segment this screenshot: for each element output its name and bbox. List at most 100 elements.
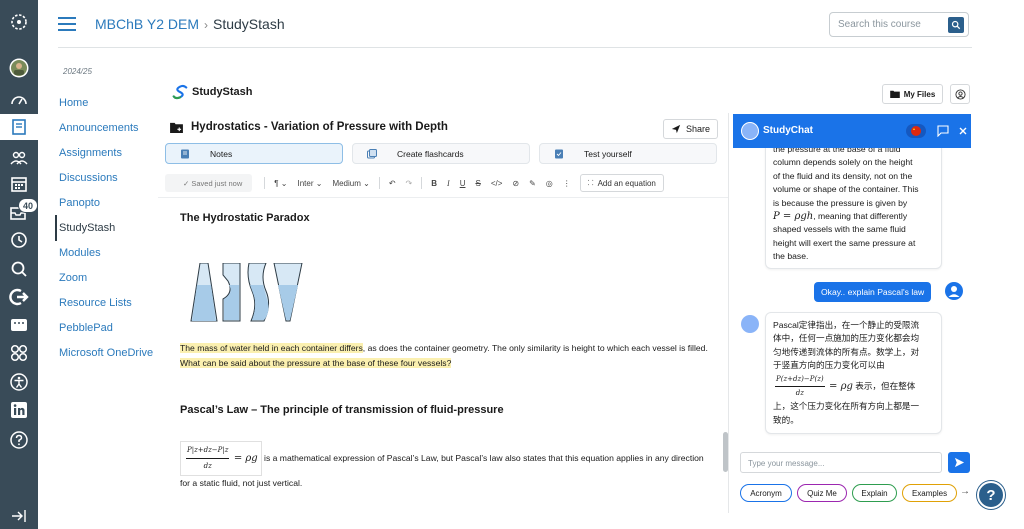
bold-icon[interactable]: B (431, 179, 437, 188)
language-flag-icon (906, 124, 926, 138)
search-button[interactable] (948, 17, 964, 33)
course-nav-item-assignments[interactable]: Assignments (55, 140, 165, 165)
chat-message-input[interactable]: Type your message... (740, 452, 942, 473)
share-button[interactable]: Share (663, 119, 718, 139)
flashcards-icon (367, 149, 377, 159)
chip-acronym[interactable]: Acronym (740, 484, 792, 502)
send-icon (954, 457, 964, 468)
help-floating-button[interactable]: ? (977, 481, 1005, 509)
chat-line-text: 表示，但在整体 (852, 380, 916, 391)
font-size-dropdown[interactable]: Medium ⌄ (332, 179, 369, 188)
palette-icon[interactable]: ◎ (546, 179, 553, 188)
chat-line: Pascal定律指出，在一个静止的受限流 (773, 320, 920, 330)
term-label: 2024/25 (63, 67, 92, 76)
course-nav-item-announcements[interactable]: Announcements (55, 115, 165, 140)
chat-line: 体中，任何一点施加的压力变化都会均 (773, 333, 920, 344)
chip-examples[interactable]: Examples (902, 484, 957, 502)
notes-icon (181, 149, 189, 159)
paragraph-style-dropdown[interactable]: ¶ ⌄ (274, 179, 287, 188)
italic-icon[interactable]: I (447, 179, 450, 188)
studystash-logo-icon (172, 84, 188, 100)
chat-line: 上，这个压力变化在所有方向上都是一 (773, 401, 920, 412)
course-nav-item-modules[interactable]: Modules (55, 241, 165, 266)
logout-icon[interactable] (7, 285, 31, 309)
chat-messages: the pressure at the base of a fluid colu… (733, 148, 971, 443)
course-search-input[interactable]: Search this course (829, 12, 969, 37)
chat-message-ai: Pascal定律指出，在一个静止的受限流 体中，任何一点施加的压力变化都会均 匀… (765, 312, 942, 435)
underline-icon[interactable]: U (460, 179, 466, 188)
document-tabs: Notes Create flashcards Test yourself (165, 143, 718, 164)
chat-line: shaped vessels with the same fluid (773, 224, 906, 235)
course-nav-item-panopto[interactable]: Panopto (55, 190, 165, 215)
equation-pascal[interactable]: P|z+dz−P|z dz = ρg (180, 441, 262, 476)
chat-line: 匀地传递到流体的所有点。数学上，对 (773, 346, 920, 357)
calendar-icon[interactable] (7, 172, 31, 196)
canvas-logo-icon[interactable] (7, 10, 31, 34)
groups-icon[interactable] (7, 146, 31, 170)
editor-toolbar: ✓ Saved just now ¶ ⌄ Inter ⌄ Medium ⌄ ↶ … (165, 172, 718, 194)
chip-quiz-me[interactable]: Quiz Me (797, 484, 847, 502)
cohort-icon[interactable] (7, 341, 31, 365)
add-equation-button[interactable]: ⸬ Add an equation (579, 174, 664, 192)
font-family-label: Inter (297, 178, 314, 188)
highlight-icon[interactable]: ✎ (529, 179, 536, 188)
link-icon[interactable]: ⊘ (512, 179, 519, 188)
document-title-text: Hydrostatics - Variation of Pressure wit… (191, 121, 448, 133)
font-family-dropdown[interactable]: Inter ⌄ (297, 179, 322, 188)
course-nav-item-home[interactable]: Home (55, 90, 165, 115)
breadcrumb-current: StudyStash (213, 16, 285, 32)
courses-icon[interactable] (0, 114, 38, 140)
chat-line: the base. (773, 251, 809, 262)
chips-scroll-arrow[interactable]: → (960, 486, 970, 497)
panel-divider (728, 113, 729, 513)
course-nav-item-resource-lists[interactable]: Resource Lists (55, 291, 165, 316)
chat-equation-numerator: P(z+dz)−P(z) (775, 373, 825, 388)
course-nav-item-zoom[interactable]: Zoom (55, 266, 165, 291)
more-options-icon[interactable]: ⋮ (563, 179, 571, 188)
dashboard-icon[interactable] (7, 88, 31, 112)
course-nav-item-studystash[interactable]: StudyStash (55, 215, 165, 241)
chat-line: P(z+dz)−P(z) dz = ρg 表示，但在整体 (773, 373, 934, 401)
user-profile-button[interactable] (950, 84, 970, 104)
my-files-button[interactable]: My Files (882, 84, 943, 104)
tab-notes-label: Notes (210, 148, 233, 159)
course-nav-item-onedrive[interactable]: Microsoft OneDrive (55, 341, 165, 366)
accessibility-icon[interactable] (7, 370, 31, 394)
undo-icon[interactable]: ↶ (389, 179, 396, 188)
chat-line-text: , meaning that differently (813, 211, 908, 222)
chat-equation-denominator: dz (795, 389, 804, 398)
linkedin-icon[interactable] (7, 398, 31, 422)
inbox-badge: 40 (18, 198, 38, 213)
tab-create-flashcards-label: Create flashcards (397, 148, 464, 159)
strikethrough-icon[interactable]: S (475, 179, 480, 188)
collapse-icon[interactable] (7, 504, 31, 528)
user-icon (954, 88, 966, 100)
chip-explain[interactable]: Explain (852, 484, 897, 502)
paragraph-hydrostatic-paradox: The mass of water held in each container… (180, 341, 710, 371)
history-icon[interactable] (7, 228, 31, 252)
avatar-icon[interactable] (7, 56, 31, 80)
course-nav-item-discussions[interactable]: Discussions (55, 165, 165, 190)
tab-test-yourself[interactable]: Test yourself (539, 143, 717, 164)
toolbar-divider (421, 177, 423, 189)
search-icon[interactable] (7, 257, 31, 281)
chat-line: height will exert the same pressure at (773, 237, 916, 248)
course-nav-item-pebblepad[interactable]: PebblePad (55, 316, 165, 341)
equation-fraction: P|z+dz−P|z dz (186, 443, 230, 474)
bot-avatar-icon (741, 315, 759, 333)
help-icon[interactable] (7, 428, 31, 452)
share-label: Share (685, 124, 711, 134)
breadcrumb-course-link[interactable]: MBChB Y2 DEM (95, 16, 199, 32)
course-nav: Home Announcements Assignments Discussio… (55, 90, 165, 366)
header-divider (58, 47, 972, 48)
folder-icon (889, 90, 900, 98)
redo-icon[interactable]: ↷ (406, 179, 413, 188)
new-chat-icon (937, 125, 949, 137)
chat-equation: P = ρgh (773, 211, 814, 223)
send-message-button[interactable] (948, 452, 970, 473)
code-icon[interactable]: </> (491, 179, 503, 188)
tab-notes[interactable]: Notes (165, 143, 343, 164)
hamburger-menu-icon[interactable] (58, 17, 76, 31)
tab-create-flashcards[interactable]: Create flashcards (352, 143, 530, 164)
studio-icon[interactable] (7, 313, 31, 337)
